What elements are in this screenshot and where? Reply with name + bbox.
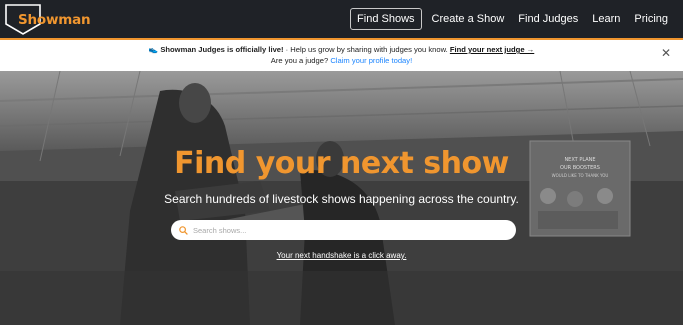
top-navbar: Showman Find Shows Create a Show Find Ju… <box>0 0 683 38</box>
hero-section: NEXT PLANE OUR BOOSTERS WOULD LIKE TO TH… <box>0 71 683 325</box>
handshake-link[interactable]: Your next handshake is a click away. <box>0 251 683 260</box>
hero-title: Find your next show <box>174 146 509 181</box>
brand-name: Showman <box>18 12 91 28</box>
nav-find-judges[interactable]: Find Judges <box>511 13 585 25</box>
announcement-body: · Help us grow by sharing with judges yo… <box>283 45 450 54</box>
brand-logo[interactable]: Showman <box>5 4 91 36</box>
announcement-headline: Showman Judges is officially live! <box>160 45 284 54</box>
sneaker-icon: 👟 <box>148 45 159 54</box>
hero-subtitle: Search hundreds of livestock shows happe… <box>164 192 519 206</box>
judge-prompt: Are you a judge? <box>270 56 331 65</box>
search-icon <box>179 225 188 235</box>
announcement-banner: 👟 Showman Judges is officially live! · H… <box>0 40 683 71</box>
announcement-line-2: Are you a judge? Claim your profile toda… <box>0 55 683 66</box>
nav-learn[interactable]: Learn <box>585 13 627 25</box>
close-icon[interactable]: ✕ <box>661 47 671 59</box>
search-input[interactable] <box>193 225 493 235</box>
announcement-line-1: 👟 Showman Judges is officially live! · H… <box>0 44 683 55</box>
find-judge-link[interactable]: Find your next judge → <box>450 45 534 54</box>
nav-create-a-show[interactable]: Create a Show <box>425 13 512 25</box>
main-nav: Find Shows Create a Show Find Judges Lea… <box>350 0 675 38</box>
nav-pricing[interactable]: Pricing <box>627 13 675 25</box>
claim-profile-link[interactable]: Claim your profile today! <box>330 56 412 65</box>
nav-find-shows[interactable]: Find Shows <box>350 8 422 30</box>
search-bar[interactable] <box>171 220 516 240</box>
